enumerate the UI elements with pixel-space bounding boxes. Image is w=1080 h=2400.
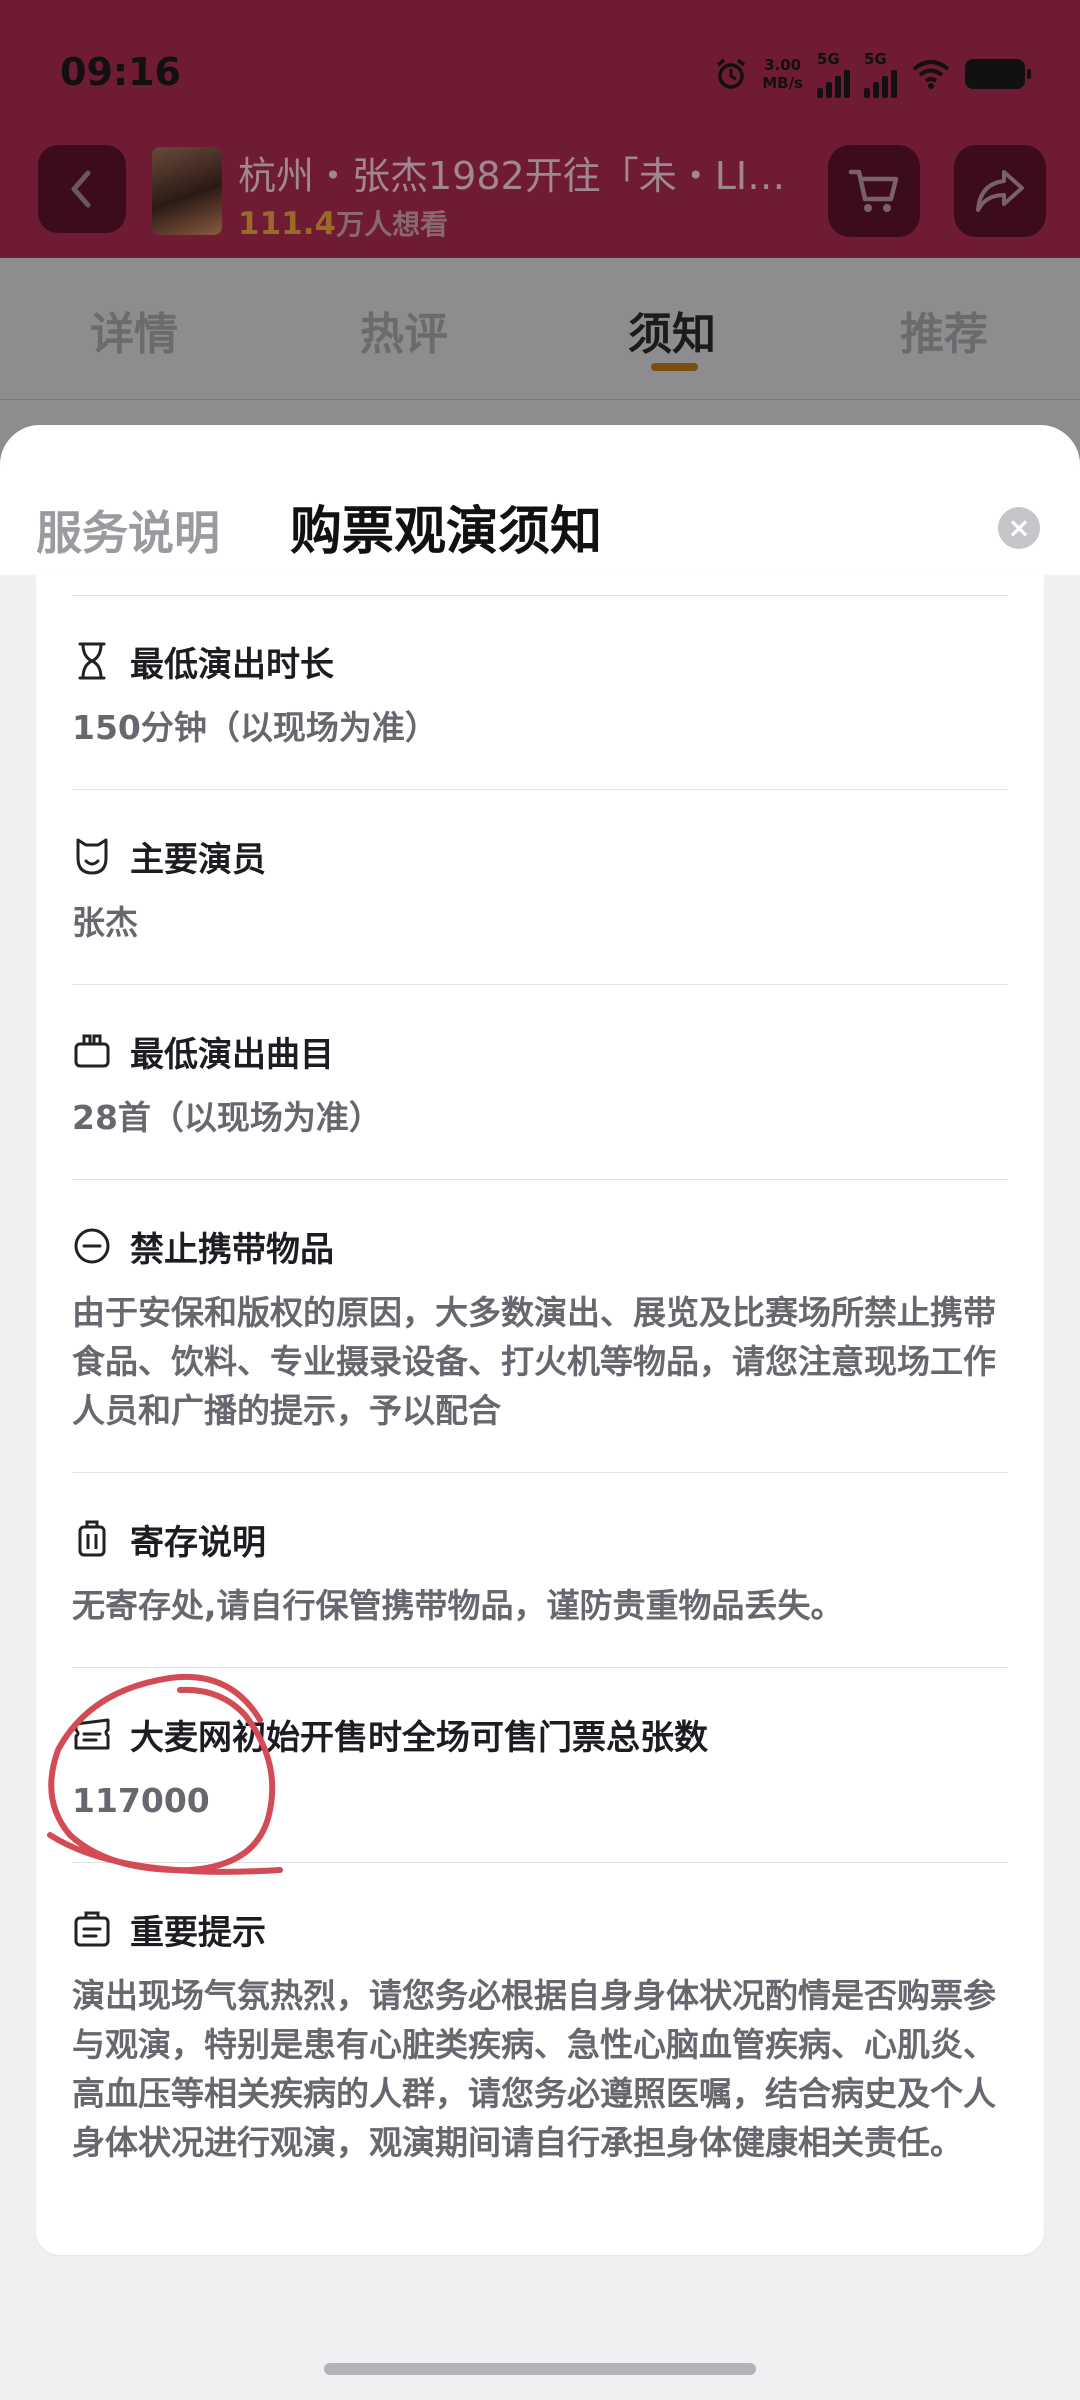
tab-recommend[interactable]: 推荐 [900, 298, 988, 362]
network-speed-value: 3.00 [764, 56, 802, 74]
back-button[interactable] [38, 145, 126, 233]
signal-bars-icon [864, 68, 897, 98]
wifi-icon [912, 60, 950, 89]
item-body: 由于安保和版权的原因，大多数演出、展览及比赛场所禁止携带食品、饮料、专业摄录设备… [72, 1293, 996, 1430]
cart-icon [848, 169, 899, 212]
item-body: 117000 [72, 1781, 210, 1820]
notice-item-storage: 寄存说明 无寄存处,请自行保管携带物品，谨防贵重物品丢失。 [72, 1511, 1008, 1630]
show-poster-thumbnail[interactable] [152, 147, 222, 235]
cart-button[interactable] [828, 145, 920, 237]
divider [72, 595, 1008, 596]
want-count: 111.4万人想看 [238, 203, 448, 243]
status-icons: 3.00 MB/s 5G 5G [714, 50, 1031, 98]
item-title: 大麦网初始开售时全场可售门票总张数 [130, 1717, 708, 1758]
divider [72, 984, 1008, 985]
mask-icon [72, 836, 112, 876]
network-speed: 3.00 MB/s [762, 56, 803, 92]
want-count-number: 111.4 [238, 206, 337, 242]
ticket-icon [72, 1714, 112, 1754]
item-title: 最低演出曲目 [130, 1034, 334, 1075]
divider [72, 789, 1008, 790]
chevron-left-icon [71, 170, 91, 208]
notice-item-prohibited: 禁止携带物品 由于安保和版权的原因，大多数演出、展览及比赛场所禁止携带食品、饮料… [72, 1218, 1008, 1435]
tab-active-indicator [651, 363, 698, 371]
item-body: 张杰 [72, 903, 138, 942]
item-body: 演出现场气氛热烈，请您务必根据自身身体状况酌情是否购票参与观演，特别是患有心脏类… [72, 1976, 996, 2162]
status-time: 09:16 [60, 50, 181, 94]
notice-item-important: 重要提示 演出现场气氛热烈，请您务必根据自身身体状况酌情是否购票参与观演，特别是… [72, 1901, 1008, 2167]
divider [72, 1862, 1008, 1863]
album-icon [72, 1031, 112, 1071]
item-title: 主要演员 [130, 839, 266, 880]
nav-row: 杭州・张杰1982开往「未・LI… 111.4万人想看 [0, 145, 1080, 243]
item-title: 寄存说明 [130, 1522, 266, 1563]
divider [72, 1667, 1008, 1668]
want-count-suffix: 万人想看 [336, 208, 449, 241]
sheet-tab-notice[interactable]: 购票观演须知 [290, 489, 602, 564]
signal-1: 5G [817, 50, 850, 98]
tab-details[interactable]: 详情 [90, 298, 178, 362]
signal-2-label: 5G [864, 50, 887, 68]
notice-item-min-songs: 最低演出曲目 28首（以现场为准） [72, 1023, 1008, 1142]
forbidden-icon [72, 1226, 112, 1266]
notice-item-main-cast: 主要演员 张杰 [72, 828, 1008, 947]
sheet-tab-service[interactable]: 服务说明 [36, 497, 220, 563]
signal-2: 5G [864, 50, 897, 98]
tab-reviews[interactable]: 热评 [360, 298, 448, 362]
sheet-header: 服务说明 购票观演须知 × [0, 425, 1080, 575]
item-body: 无寄存处,请自行保管携带物品，谨防贵重物品丢失。 [72, 1586, 844, 1625]
item-title: 最低演出时长 [130, 644, 334, 685]
notice-item-total-tickets: 大麦网初始开售时全场可售门票总张数 117000 [72, 1706, 1008, 1825]
share-button[interactable] [954, 145, 1046, 237]
status-bar: 09:16 3.00 MB/s 5G 5G [0, 0, 1080, 140]
tab-notice[interactable]: 须知 [628, 298, 716, 362]
item-title: 重要提示 [130, 1912, 266, 1953]
close-button[interactable]: × [998, 507, 1040, 549]
item-title: 禁止携带物品 [130, 1229, 334, 1270]
battery-icon [965, 59, 1031, 89]
share-icon [976, 170, 1024, 212]
luggage-icon [72, 1519, 112, 1559]
notice-item-min-duration: 最低演出时长 150分钟（以现场为准） [72, 633, 1008, 752]
item-body: 28首（以现场为准） [72, 1098, 382, 1137]
show-title[interactable]: 杭州・张杰1982开往「未・LI… [238, 145, 798, 200]
hourglass-icon [72, 641, 112, 681]
item-body: 150分钟（以现场为准） [72, 708, 438, 747]
notice-board-icon [72, 1909, 112, 1949]
detail-tabs: 详情 热评 须知 推荐 [0, 258, 1080, 400]
network-speed-unit: MB/s [762, 74, 803, 92]
notice-card: 最低演出时长 150分钟（以现场为准） 主要演员 张杰 最低演出曲目 28首（以… [36, 575, 1044, 2255]
divider [72, 1179, 1008, 1180]
signal-1-label: 5G [817, 50, 840, 68]
signal-bars-icon [817, 68, 850, 98]
home-indicator[interactable] [324, 2363, 756, 2375]
divider [72, 1472, 1008, 1473]
notice-sheet: 服务说明 购票观演须知 × 最低演出时长 150分钟（以现场为准） 主要演员 张… [0, 425, 1080, 2400]
alarm-icon [717, 58, 746, 89]
